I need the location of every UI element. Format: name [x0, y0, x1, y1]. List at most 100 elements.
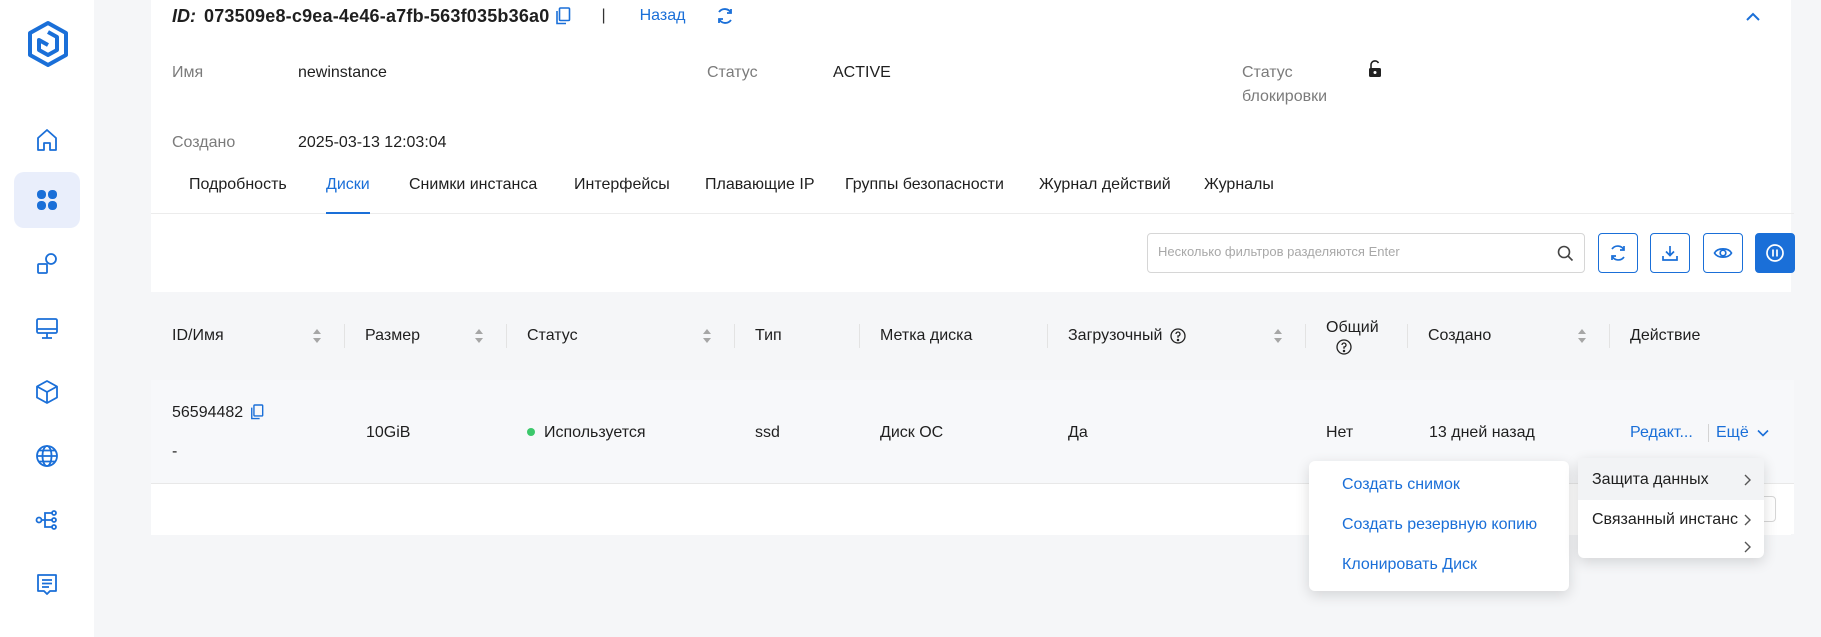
separator: | — [601, 7, 606, 24]
col-shared-label: Общий — [1326, 319, 1379, 336]
eye-icon — [1713, 248, 1733, 258]
column-visibility-button[interactable] — [1703, 233, 1743, 273]
sort-icon[interactable] — [312, 328, 322, 344]
search-icon[interactable] — [1557, 245, 1574, 262]
id-value: 073509e8-c9ea-4e46-a7fb-563f035b36a0 — [204, 5, 550, 26]
tab-details[interactable]: Подробность — [189, 176, 287, 214]
chevron-right-icon — [1744, 474, 1751, 486]
tab-interfaces[interactable]: Интерфейсы — [574, 176, 670, 214]
disk-size: 10GiB — [366, 424, 411, 441]
column-divider — [1407, 324, 1408, 348]
copy-icon[interactable] — [555, 7, 571, 25]
sidebar — [0, 0, 94, 637]
nav-document[interactable] — [14, 556, 80, 612]
disk-status-text: Используется — [544, 424, 646, 441]
cube-icon — [36, 380, 58, 404]
disk-name: - — [172, 443, 178, 460]
tab-action-log[interactable]: Журнал действий — [1039, 176, 1171, 214]
column-divider — [1047, 324, 1048, 348]
download-button[interactable] — [1650, 233, 1690, 273]
home-icon — [37, 129, 57, 151]
status-value: ACTIVE — [833, 64, 891, 81]
pause-icon — [1766, 244, 1784, 262]
help-icon[interactable] — [1336, 339, 1352, 355]
nav-network[interactable] — [14, 492, 80, 548]
network-tree-icon — [35, 510, 57, 530]
nav-monitor[interactable] — [14, 300, 80, 356]
col-bootable[interactable]: Загрузочный — [1068, 292, 1187, 380]
menu-data-protection[interactable]: Защита данных — [1578, 458, 1764, 500]
logo-icon[interactable] — [26, 20, 70, 68]
column-divider — [1305, 324, 1306, 348]
menu-clone-disk[interactable]: Клонировать Диск — [1342, 556, 1477, 574]
chevron-up-icon[interactable] — [1742, 6, 1764, 28]
disk-type: ssd — [755, 424, 780, 441]
tab-instance-snapshots[interactable]: Снимки инстанса — [409, 176, 537, 214]
search-box — [1147, 233, 1585, 273]
menu-data-protection-label: Защита данных — [1592, 471, 1709, 488]
column-divider — [1609, 324, 1610, 348]
tab-floating-ip[interactable]: Плавающие IP — [705, 176, 815, 214]
dashboard-grid-icon — [37, 190, 57, 210]
tab-bar: Подробность Диски Снимки инстанса Интерф… — [151, 172, 1794, 214]
nav-globe[interactable] — [14, 428, 80, 484]
col-action: Действие — [1630, 327, 1701, 344]
name-value: newinstance — [298, 64, 387, 81]
created-label: Создано — [172, 134, 236, 151]
col-type[interactable]: Тип — [755, 292, 782, 380]
pause-button[interactable] — [1755, 233, 1795, 273]
nav-home[interactable] — [14, 112, 80, 168]
name-label: Имя — [172, 64, 204, 81]
refresh-icon[interactable] — [715, 6, 735, 26]
chevron-down-icon — [1757, 429, 1769, 437]
chevron-right-icon — [1744, 514, 1751, 526]
nav-shapes[interactable] — [14, 236, 80, 292]
menu-linked-instance[interactable]: Связанный инстанс — [1578, 500, 1764, 540]
sort-icon[interactable] — [1577, 328, 1587, 344]
sort-icon[interactable] — [1273, 328, 1283, 344]
menu-create-backup[interactable]: Создать резервную копию — [1342, 516, 1537, 534]
sort-icon[interactable] — [702, 328, 712, 344]
instance-id-line: ID: 073509e8-c9ea-4e46-a7fb-563f035b36a0… — [172, 4, 735, 28]
sort-icon[interactable] — [474, 328, 484, 344]
chevron-right-icon[interactable] — [1742, 540, 1752, 554]
help-icon[interactable] — [1170, 328, 1187, 344]
disk-shared: Нет — [1326, 424, 1354, 441]
column-divider — [506, 324, 507, 348]
edit-link[interactable]: Редакт... — [1630, 424, 1693, 442]
col-id-name[interactable]: ID/Имя — [172, 292, 224, 380]
refresh-icon — [1611, 245, 1625, 261]
menu-create-snapshot[interactable]: Создать снимок — [1342, 476, 1460, 494]
disk-id-cell: 56594482 — [172, 404, 266, 422]
more-label: Ещё — [1716, 424, 1749, 441]
disk-bootable: Да — [1068, 424, 1088, 441]
created-value: 2025-03-13 12:03:04 — [298, 134, 447, 151]
disk-status: Используется — [527, 424, 646, 442]
copy-icon[interactable] — [250, 404, 266, 422]
col-disk-label[interactable]: Метка диска — [880, 292, 972, 380]
tab-logs[interactable]: Журналы — [1204, 176, 1274, 214]
shapes-icon — [37, 253, 57, 274]
monitor-icon — [36, 318, 58, 339]
globe-icon — [36, 445, 58, 467]
disk-id[interactable]: 56594482 — [172, 404, 243, 422]
col-size[interactable]: Размер — [365, 292, 420, 380]
status-dot — [527, 427, 535, 436]
col-shared[interactable]: Общий — [1326, 292, 1379, 380]
tab-disks[interactable]: Диски — [326, 176, 370, 214]
download-icon — [1662, 246, 1678, 261]
search-input[interactable] — [1158, 244, 1548, 259]
more-dropdown[interactable]: Ещё — [1716, 424, 1769, 442]
col-status[interactable]: Статус — [527, 292, 578, 380]
back-link[interactable]: Назад — [640, 7, 686, 25]
document-icon — [37, 574, 57, 595]
tab-security-groups[interactable]: Группы безопасности — [845, 176, 1004, 214]
nav-cube[interactable] — [14, 364, 80, 420]
col-created[interactable]: Создано — [1428, 292, 1491, 380]
refresh-button[interactable] — [1598, 233, 1638, 273]
nav-dashboard[interactable] — [14, 172, 80, 228]
table-header: ID/Имя Размер Статус Тип Метка диска Заг… — [151, 292, 1794, 380]
disk-label: Диск ОС — [880, 424, 944, 441]
unlock-icon — [1369, 60, 1381, 77]
action-divider — [1708, 424, 1709, 442]
